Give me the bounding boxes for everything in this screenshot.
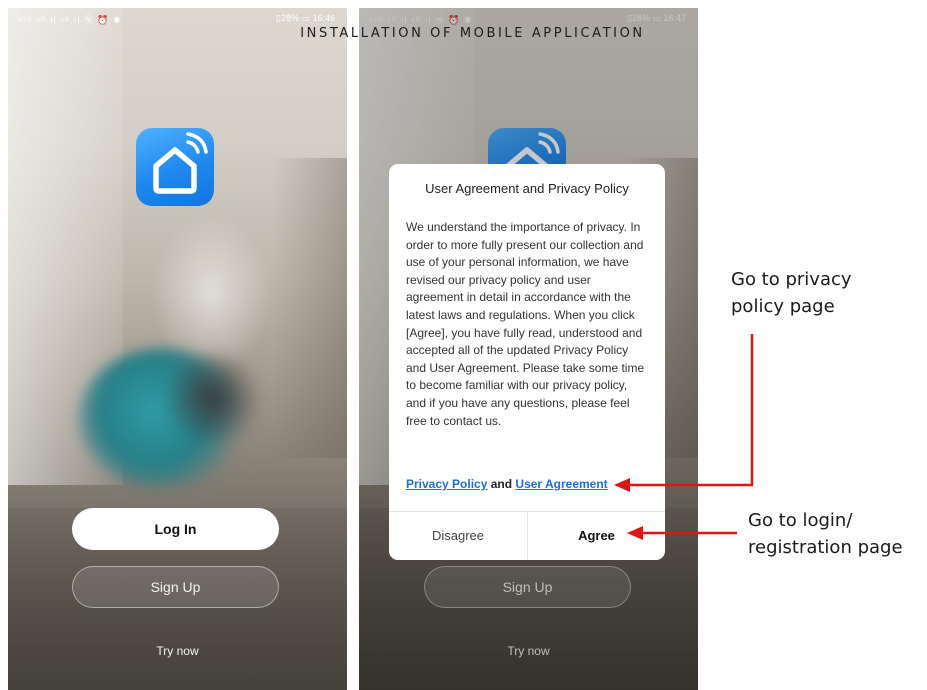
arrow-to-privacy-link [628,334,754,487]
arrowhead-agree [627,526,643,540]
arrowhead-privacy [614,478,630,492]
annotation-arrows [614,334,754,540]
